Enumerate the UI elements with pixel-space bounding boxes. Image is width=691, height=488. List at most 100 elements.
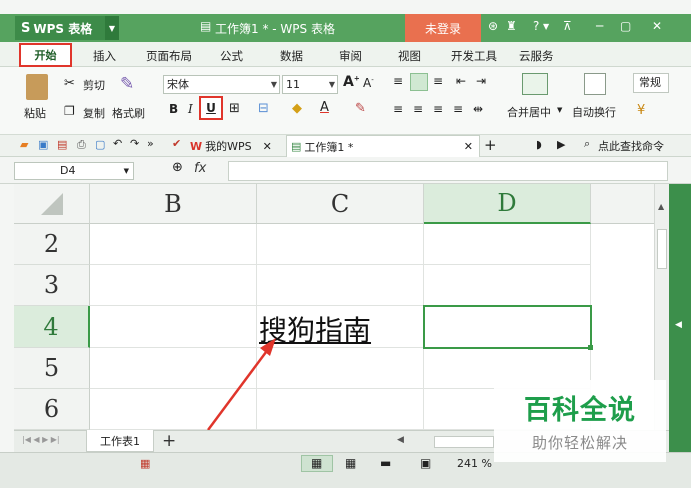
select-all-corner[interactable] (14, 184, 90, 224)
font-name-select[interactable]: 宋体 ▼ (163, 75, 280, 94)
doc-tab-my-wps[interactable]: W 我的WPS ✕ (190, 136, 285, 156)
align-top-icon[interactable]: ≡ (393, 74, 403, 88)
column-header-b[interactable]: B (90, 184, 257, 224)
indent-decrease-icon[interactable]: ⇤ (456, 74, 466, 88)
tab-insert[interactable]: 插入 (93, 48, 116, 64)
page-break-view-icon[interactable]: ▦ (345, 456, 356, 470)
tab-view[interactable]: 视图 (398, 48, 421, 64)
close-icon[interactable]: ✕ (652, 19, 662, 33)
export-pdf-icon[interactable]: ▤ (57, 138, 67, 151)
chevron-down-icon[interactable]: ▼ (124, 163, 129, 179)
column-header-e[interactable] (591, 184, 654, 224)
font-size-select[interactable]: 11 ▼ (282, 75, 338, 94)
row-header-3[interactable]: 3 (14, 265, 90, 306)
redo-icon[interactable]: ↷ (130, 137, 139, 150)
tab-page-layout[interactable]: 页面布局 (146, 48, 192, 64)
selected-cell-d4[interactable] (423, 305, 592, 349)
align-center-icon[interactable]: ≡ (413, 102, 423, 116)
cell-style-icon[interactable]: ⊟ (258, 101, 269, 116)
row-header-2[interactable]: 2 (14, 224, 90, 265)
scroll-up-icon[interactable]: ▲ (658, 202, 664, 211)
border-icon[interactable]: ⊞ (229, 101, 240, 116)
column-header-d[interactable]: D (424, 184, 591, 224)
hscroll-left-icon[interactable]: ◀ (397, 435, 404, 445)
tab-review[interactable]: 审阅 (339, 48, 362, 64)
wrap-text-button[interactable]: 自动换行 (572, 104, 616, 120)
cell-b2[interactable] (90, 224, 257, 265)
app-menu-button[interactable]: S WPS 表格 ▼ (15, 16, 119, 40)
tab-start[interactable]: 开始 (19, 43, 72, 67)
distribute-icon[interactable]: ⇹ (473, 102, 483, 116)
more-arrows-icon[interactable]: » (147, 137, 154, 150)
skin-icon[interactable]: ⊛ (488, 19, 498, 33)
align-bottom-icon[interactable]: ≡ (433, 74, 443, 88)
login-button[interactable]: 未登录 (405, 14, 481, 42)
column-header-c[interactable]: C (257, 184, 424, 224)
tab-data[interactable]: 数据 (280, 48, 303, 64)
tab-cloud-service[interactable]: 云服务 (519, 48, 554, 64)
justify-icon[interactable]: ≡ (453, 102, 463, 116)
font-color-button[interactable]: A (320, 100, 329, 115)
decrease-font-icon[interactable]: A- (363, 76, 374, 90)
zoom-level[interactable]: 241 % (457, 457, 492, 470)
cell-d3[interactable] (424, 265, 591, 306)
cell-b3[interactable] (90, 265, 257, 306)
print-preview-icon[interactable]: ▢ (95, 138, 105, 151)
add-sheet-button[interactable]: + (162, 431, 176, 451)
doc-tab-workbook1[interactable]: ▤ 工作簿1 * ✕ (286, 135, 480, 157)
sheet-nav-first-icon[interactable]: |◀ ◀ ▶ ▶| (22, 435, 60, 444)
pin-icon[interactable]: ✔ (172, 137, 181, 150)
sheet-tab-1[interactable]: 工作表1 (86, 430, 154, 452)
eye-protection-icon[interactable]: ▣ (420, 456, 431, 470)
calendar-icon[interactable]: ▦ (140, 457, 150, 470)
merge-dropdown-icon[interactable]: ▼ (557, 106, 562, 114)
clear-format-icon[interactable]: ✎ (355, 101, 366, 116)
tab-developer[interactable]: 开发工具 (451, 48, 497, 64)
fill-color-icon[interactable]: ◆ (292, 101, 302, 116)
help-dropdown-icon[interactable]: ▼ (543, 22, 549, 31)
align-middle-icon[interactable] (410, 73, 428, 91)
scroll-thumb[interactable] (657, 229, 667, 269)
cell-d2[interactable] (424, 224, 591, 265)
close-icon[interactable]: ✕ (464, 140, 473, 153)
cell-c3[interactable] (257, 265, 424, 306)
sync-icon[interactable]: ◗ (536, 138, 542, 151)
increase-font-icon[interactable]: A+ (343, 74, 360, 90)
open-folder-icon[interactable]: ▰ (20, 138, 28, 151)
zoom-search-icon[interactable]: ⊕ (172, 160, 183, 175)
command-search[interactable]: 点此查找命令 (598, 138, 664, 154)
undo-icon[interactable]: ↶ (113, 137, 122, 150)
horizontal-scroll-thumb[interactable] (434, 436, 494, 448)
share-icon[interactable]: ▶ (557, 138, 565, 151)
align-right-icon[interactable]: ≡ (433, 102, 443, 116)
name-box[interactable]: D4 ▼ (14, 162, 134, 180)
row-header-4[interactable]: 4 (14, 306, 90, 348)
insert-function-button[interactable]: fx (194, 161, 206, 176)
close-icon[interactable]: ✕ (263, 140, 272, 153)
align-left-icon[interactable]: ≡ (393, 102, 403, 116)
italic-button[interactable]: I (188, 102, 193, 116)
paste-button[interactable]: 粘贴 (24, 105, 46, 121)
tshirt-icon[interactable]: ♜ (506, 19, 517, 33)
restore-icon[interactable]: ▢ (620, 19, 631, 33)
cut-button[interactable]: 剪切 (83, 77, 105, 93)
save-icon[interactable]: ▣ (38, 138, 48, 151)
paste-icon[interactable] (26, 74, 48, 100)
new-tab-icon[interactable]: + (484, 136, 497, 154)
formula-input[interactable] (228, 161, 668, 181)
number-format-icon[interactable]: ¥ (637, 103, 645, 118)
fill-handle[interactable] (588, 345, 593, 350)
cell-c2[interactable] (257, 224, 424, 265)
bold-button[interactable]: B (169, 102, 178, 116)
tab-formulas[interactable]: 公式 (220, 48, 243, 64)
merge-center-button[interactable]: 合并居中 (507, 104, 551, 120)
row-header-6[interactable]: 6 (14, 389, 90, 430)
collapse-ribbon-icon[interactable]: ⊼ (563, 19, 572, 33)
app-menu-dropdown-icon[interactable]: ▼ (105, 16, 119, 40)
print-icon[interactable]: ⎙ (77, 138, 86, 152)
reading-mode-icon[interactable]: ▬ (380, 456, 391, 470)
row-header-5[interactable]: 5 (14, 348, 90, 389)
copy-button[interactable]: 复制 (83, 105, 105, 121)
expand-panel-icon[interactable]: ◀ (675, 320, 682, 330)
minimize-icon[interactable]: ─ (596, 19, 603, 33)
